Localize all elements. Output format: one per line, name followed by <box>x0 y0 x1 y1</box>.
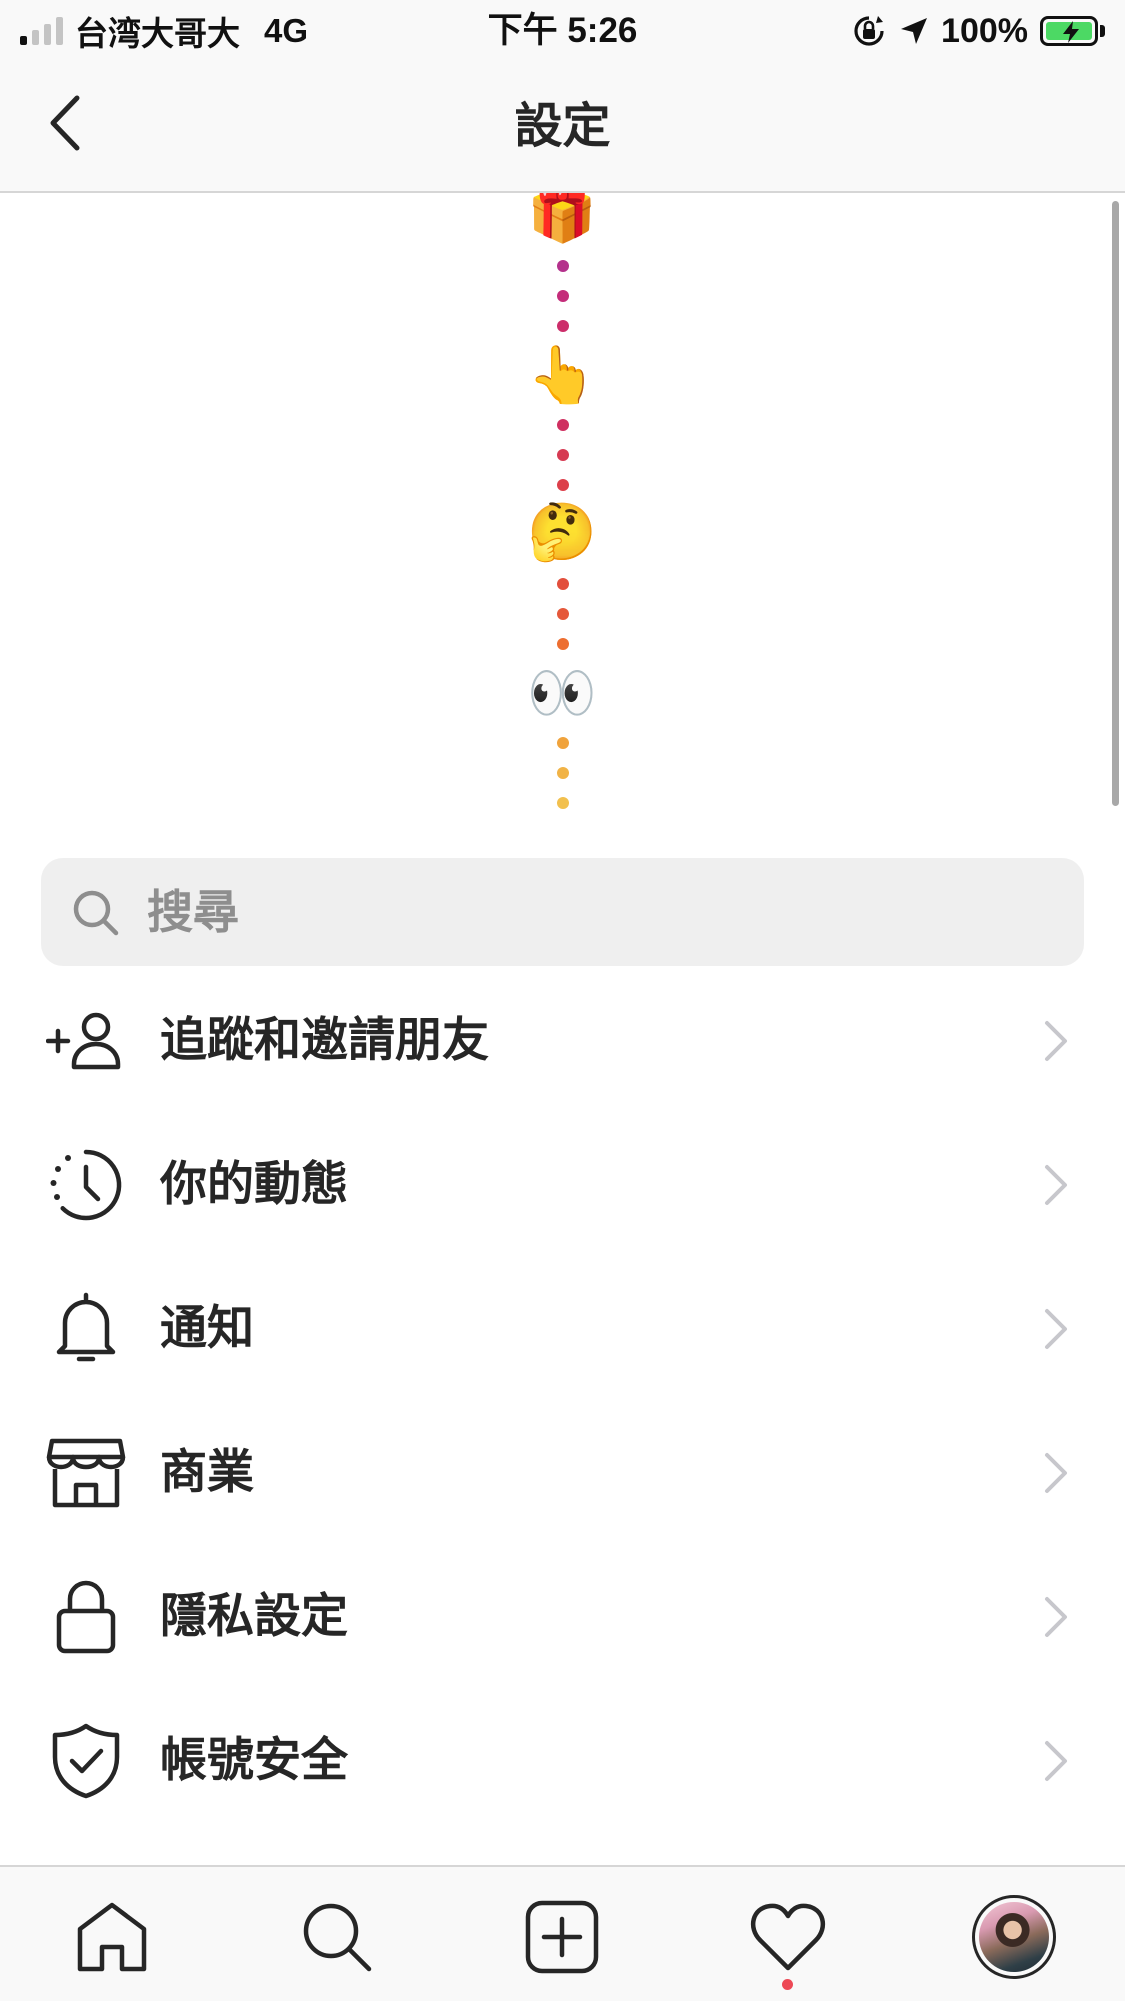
lock-icon <box>44 1575 128 1659</box>
chevron-right-icon <box>1045 1309 1067 1349</box>
page-title: 設定 <box>514 98 611 154</box>
promo-dot <box>557 578 569 590</box>
eyes-emoji: 👀 <box>527 661 597 726</box>
profile-photo <box>979 1902 1049 1972</box>
promo-dot <box>557 260 569 272</box>
battery-icon <box>1040 16 1105 46</box>
chevron-right-icon <box>1045 1165 1067 1205</box>
tab-bar <box>0 1865 1125 2001</box>
navigation-bar: 設定 <box>0 62 1125 193</box>
home-icon <box>77 1902 147 1972</box>
chevron-right-icon <box>1045 1741 1067 1781</box>
shield-check-icon <box>44 1719 128 1803</box>
new-post-icon <box>525 1900 599 1974</box>
thinking-face-emoji: 🤔 <box>527 500 597 565</box>
promo-dot <box>557 797 569 809</box>
promo-animation: 🎁 👆 🤔 👀 <box>0 193 1125 833</box>
promo-dot <box>557 320 569 332</box>
gift-emoji: 🎁 <box>527 193 597 246</box>
tab-new-post[interactable] <box>520 1895 604 1979</box>
menu-label: 商業 <box>160 1445 254 1500</box>
menu-label: 通知 <box>160 1301 254 1356</box>
menu-item-follow-invite[interactable]: 追蹤和邀請朋友 <box>0 963 1125 1107</box>
tab-home[interactable] <box>70 1895 154 1979</box>
settings-screen: 台湾大哥大 4G 下午 5:26 100% 設定 🎁 👆 🤔 👀 搜尋 追蹤和邀… <box>0 0 1125 2001</box>
menu-item-notifications[interactable]: 通知 <box>0 1251 1125 1395</box>
menu-label: 你的動態 <box>160 1157 348 1212</box>
battery-percent: 100% <box>941 11 1028 50</box>
menu-item-privacy[interactable]: 隱私設定 <box>0 1539 1125 1683</box>
promo-dot <box>557 479 569 491</box>
promo-dot <box>557 737 569 749</box>
shop-icon <box>44 1431 128 1515</box>
promo-dot <box>557 767 569 779</box>
settings-menu: 追蹤和邀請朋友 你的動態 通知 商業 隱私設定 帳號安全 <box>0 963 1125 1827</box>
promo-dot <box>557 290 569 302</box>
search-placeholder: 搜尋 <box>147 885 239 939</box>
heart-icon <box>750 1903 826 1971</box>
status-bar: 台湾大哥大 4G 下午 5:26 100% <box>0 0 1125 62</box>
menu-item-business[interactable]: 商業 <box>0 1395 1125 1539</box>
activity-notification-dot <box>782 1979 793 1990</box>
chevron-right-icon <box>1045 1453 1067 1493</box>
menu-label: 追蹤和邀請朋友 <box>160 1013 489 1068</box>
tab-activity[interactable] <box>746 1895 830 1979</box>
location-arrow-icon <box>901 18 928 44</box>
tab-search[interactable] <box>295 1895 379 1979</box>
promo-dot <box>557 608 569 620</box>
chevron-right-icon <box>1045 1597 1067 1637</box>
pointing-up-emoji: 👆 <box>527 343 597 408</box>
promo-dot <box>557 449 569 461</box>
chevron-right-icon <box>1045 1021 1067 1061</box>
search-icon <box>73 890 119 936</box>
activity-clock-icon <box>44 1143 128 1227</box>
menu-label: 隱私設定 <box>160 1589 348 1644</box>
promo-dot <box>557 419 569 431</box>
search-icon <box>303 1903 372 1972</box>
menu-item-security[interactable]: 帳號安全 <box>0 1683 1125 1827</box>
bell-icon <box>44 1287 128 1371</box>
orientation-lock-icon <box>854 16 884 46</box>
menu-label: 帳號安全 <box>160 1733 348 1788</box>
settings-content: 🎁 👆 🤔 👀 搜尋 追蹤和邀請朋友 你的動態 通知 商業 隱私設定 帳號安全 <box>0 193 1125 1865</box>
profile-avatar <box>972 1895 1056 1979</box>
promo-dot <box>557 638 569 650</box>
menu-item-your-activity[interactable]: 你的動態 <box>0 1107 1125 1251</box>
add-person-icon <box>44 999 128 1083</box>
tab-profile[interactable] <box>972 1895 1056 1979</box>
status-right: 100% <box>851 8 1105 54</box>
search-input[interactable]: 搜尋 <box>41 858 1084 966</box>
